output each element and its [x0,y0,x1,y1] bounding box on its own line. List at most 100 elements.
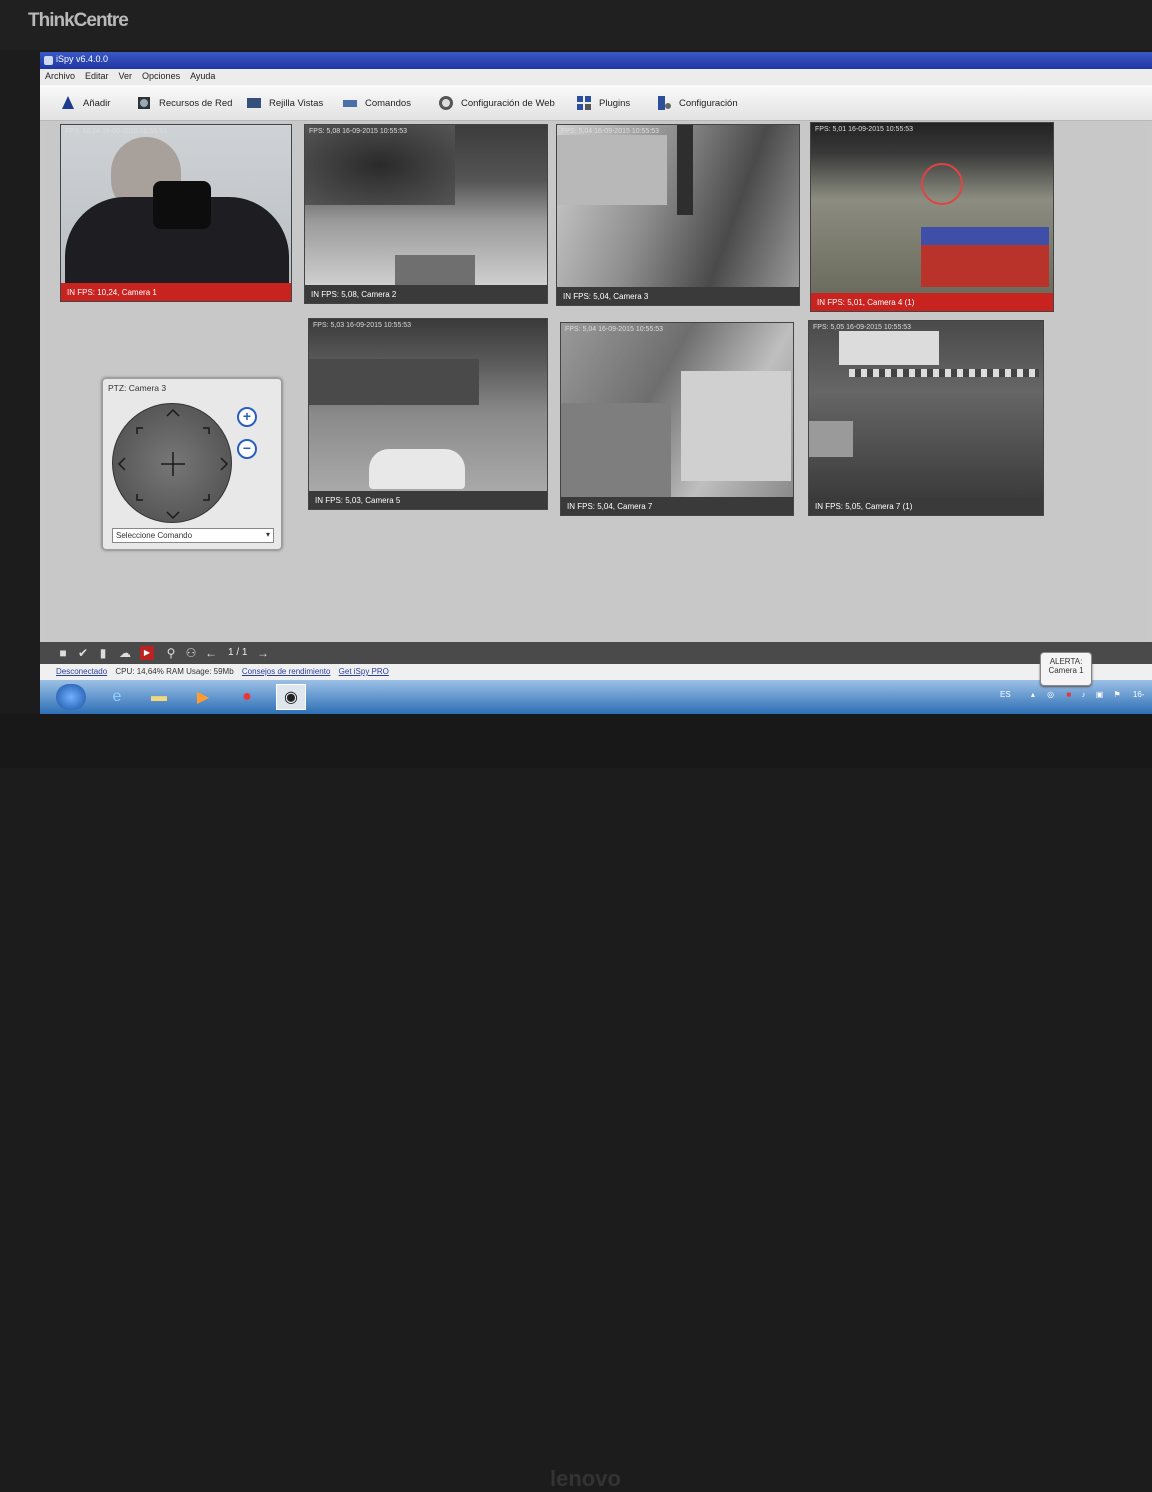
camera-2-feed [305,125,547,287]
plugins-button[interactable]: Plugins [576,93,630,113]
camera-5-tile[interactable]: FPS: 5,03 16-09-2015 10:55:53 IN FPS: 5,… [308,318,548,510]
check-icon[interactable]: ✔ [76,646,90,660]
clock[interactable]: 16- [1133,690,1145,699]
camera-7-tile[interactable]: FPS: 5,04 16-09-2015 10:55:53 IN FPS: 5,… [560,322,794,516]
add-button-label: Añadir [83,97,111,109]
flag-icon[interactable]: ⚑ [1113,690,1120,699]
alert-camera: Camera 1 [1048,666,1084,675]
ptz-title: PTZ: Camera 3 [108,383,167,393]
ispy-taskbar-icon[interactable]: ◉ [276,684,306,710]
tree-trunk-image [677,125,693,215]
striped-awning-image [849,369,1039,377]
trash-icon[interactable]: ■ [56,646,70,660]
disconnected-link[interactable]: Desconectado [56,667,107,676]
menu-opciones[interactable]: Opciones [137,69,185,83]
add-camera-icon [62,96,74,109]
camera-2-tile[interactable]: FPS: 5,08 16-09-2015 10:55:53 IN FPS: 5,… [304,124,548,304]
zoom-in-icon[interactable]: + [237,407,257,427]
web-config-button[interactable]: Configuración de Web [438,93,555,113]
network-icon [138,97,150,109]
truck-tarp-image [921,227,1049,245]
network-resources-button[interactable]: Recursos de Red [136,93,232,113]
alert-tray-icon[interactable]: ■ [1066,690,1071,699]
zoom-out-icon[interactable]: − [237,439,257,459]
ispy-tray-icon[interactable]: ◎ [1047,690,1054,699]
ferris-wheel-image [921,163,963,205]
arrow-left-icon[interactable]: ← [204,646,218,660]
performance-tips-link[interactable]: Consejos de rendimiento [242,667,331,676]
ptz-direction-arrows-icon [117,408,229,520]
camera-4-tile[interactable]: FPS: 5,01 16-09-2015 10:55:53 IN FPS: 5,… [810,122,1054,312]
menu-bar: Archivo Editar Ver Opciones Ayuda [40,69,1152,85]
alert-balloon[interactable]: ALERTA: Camera 1 [1040,652,1092,686]
camera-7b-tile[interactable]: FPS: 5,05 16-09-2015 10:55:53 IN FPS: 5,… [808,320,1044,516]
page-indicator: 1 / 1 [228,647,248,658]
ptz-command-select-value: Seleccione Comando [116,531,193,540]
media-player-icon[interactable]: ▶ [188,684,218,710]
app-icon [44,56,53,65]
monitor-bezel-top: ThinkCentre [0,0,1152,50]
get-pro-link[interactable]: Get iSpy PRO [339,667,389,676]
camera-3-feed [557,125,799,287]
camera-1-label: IN FPS: 10,24, Camera 1 [61,283,291,301]
camera-held-image [153,181,211,229]
windows-taskbar: e ▬ ▶ ● ◉ ES ▴ ◎ ■ ♪ ▣ ⚑ 16- [40,680,1152,714]
menu-archivo[interactable]: Archivo [40,69,80,83]
network-tree-icon[interactable]: ⚇ [184,646,198,660]
youtube-icon[interactable]: ▶ [140,646,154,660]
camera-4-timestamp: FPS: 5,01 16-09-2015 10:55:53 [815,126,914,133]
ptz-joystick[interactable] [112,403,232,523]
menu-ver[interactable]: Ver [114,69,138,83]
alert-title: ALERTA: [1049,657,1083,666]
resource-usage: CPU: 14,64% RAM Usage: 59Mb [115,667,234,676]
camera-1-tile[interactable]: FPS: 10,24 16-09-2015 10:55:53 IN FPS: 1… [60,124,292,302]
camera-4-feed [811,123,1053,293]
grid-view-button[interactable]: Rejilla Vistas [246,93,323,113]
monitor-bottom-brand-logo: lenovo [550,1466,621,1491]
camera-1-timestamp: FPS: 10,24 16-09-2015 10:55:53 [65,128,167,135]
bottom-toolbar: ■ ✔ ▮ ☁ ▶ ⚲ ⚇ ← 1 / 1 → [40,642,1152,664]
ptz-command-select[interactable]: Seleccione Comando ▾ [112,528,274,543]
settings-label: Configuración [679,97,738,109]
settings-button[interactable]: Configuración [656,93,738,113]
window-title-bar[interactable]: iSpy v6.4.0.0 [40,52,1152,69]
menu-ayuda[interactable]: Ayuda [185,69,220,83]
network-tray-icon[interactable]: ▣ [1096,690,1104,699]
monitor-bezel-bottom: lenovo [0,714,1152,1491]
file-explorer-icon[interactable]: ▬ [144,684,174,710]
parked-car-image [809,421,853,457]
camera-4-label: IN FPS: 5,01, Camera 4 (1) [811,293,1053,311]
camera-7-feed [561,323,793,499]
tree-foliage-image [305,125,455,205]
settings-icon [658,96,671,110]
chrome-icon[interactable]: ● [232,684,262,710]
tray-arrow-icon[interactable]: ▴ [1031,690,1035,699]
screen: iSpy v6.4.0.0 Archivo Editar Ver Opciones Ay… [40,52,1152,714]
cloud-icon[interactable]: ☁ [118,646,132,660]
search-icon[interactable]: ⚲ [164,646,178,660]
commands-button[interactable]: Comandos [342,93,411,113]
camera-5-label: IN FPS: 5,03, Camera 5 [309,491,547,509]
banner-sign-image [839,331,939,365]
camera-7b-feed [809,321,1043,497]
roof-image [395,255,475,287]
house-wall-image [681,371,791,481]
menu-editar[interactable]: Editar [80,69,114,83]
camera-5-feed [309,319,547,491]
ptz-control-panel: PTZ: Camera 3 + − Seleccione Comando ▾ [102,378,282,550]
camera-grid: FPS: 10,24 16-09-2015 10:55:53 IN FPS: 1… [46,122,1146,642]
camera-3-tile[interactable]: FPS: 5,04 16-09-2015 10:55:53 IN FPS: 5,… [556,124,800,306]
camera-1-feed [61,125,291,287]
start-button-icon[interactable] [56,684,86,710]
status-bar: Desconectado CPU: 14,64% RAM Usage: 59Mb… [40,664,1152,680]
add-button[interactable]: Añadir [60,93,110,113]
camera-2-timestamp: FPS: 5,08 16-09-2015 10:55:53 [309,128,408,135]
volume-icon[interactable]: ♪ [1081,690,1085,699]
camera-7b-timestamp: FPS: 5,05 16-09-2015 10:55:53 [813,324,912,331]
arrow-right-icon[interactable]: → [256,646,270,660]
camera-3-timestamp: FPS: 5,04 16-09-2015 10:55:53 [561,128,660,135]
web-config-label: Configuración de Web [461,97,555,109]
language-indicator[interactable]: ES [1000,690,1011,699]
internet-explorer-icon[interactable]: e [102,684,132,710]
document-icon[interactable]: ▮ [96,646,110,660]
